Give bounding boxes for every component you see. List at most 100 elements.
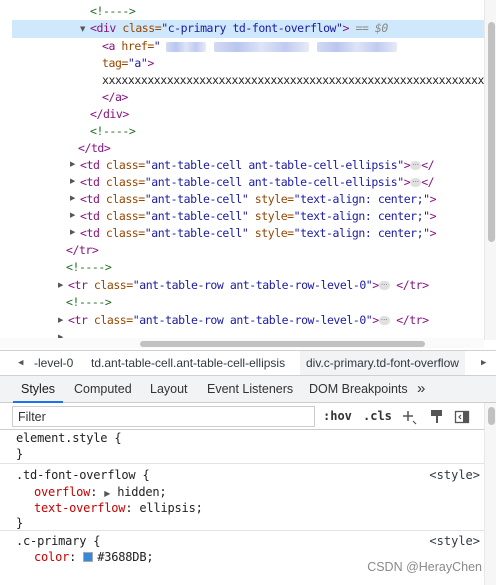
tag-close: > bbox=[372, 278, 379, 292]
tree-line-tr[interactable]: <tr class="ant-table-row ant-table-row-l… bbox=[68, 277, 429, 294]
property-color[interactable]: color: #3688DB; bbox=[34, 549, 154, 566]
attr-name: class= bbox=[87, 278, 133, 292]
tag-open: <td bbox=[80, 226, 100, 240]
collapse-triangle-icon[interactable]: ▼ bbox=[80, 25, 85, 33]
elements-vertical-scrollbar[interactable] bbox=[484, 0, 496, 340]
elements-tree[interactable]: <!----> ▼ <div class="c-primary td-font-… bbox=[0, 0, 484, 340]
tag-open: <div bbox=[90, 21, 116, 35]
paint-brush-icon[interactable] bbox=[429, 409, 445, 425]
tree-line-tr[interactable]: <tr class="ant-table-row ant-table-row-l… bbox=[68, 312, 429, 329]
tag-close: > bbox=[372, 313, 379, 327]
styles-vertical-scrollbar[interactable] bbox=[484, 403, 496, 585]
tab-styles[interactable]: Styles bbox=[12, 376, 64, 403]
attr-value: "ant-table-cell" bbox=[144, 226, 249, 240]
tag-close: > bbox=[429, 209, 437, 223]
tab-dom-breakpoints[interactable]: DOM Breakpoints bbox=[309, 376, 408, 402]
tag-end: </tr> bbox=[396, 313, 429, 327]
attr-value: "ant-table-row ant-table-row-level-0" bbox=[132, 313, 373, 327]
tag-open: <a bbox=[102, 39, 115, 53]
selector-c-primary[interactable]: .c-primary { bbox=[16, 533, 100, 550]
tree-line-close-tr[interactable]: </tr> bbox=[66, 242, 99, 259]
tree-line-anchor[interactable]: <a href=" bbox=[102, 38, 398, 55]
tree-line-comment[interactable]: <!----> bbox=[66, 259, 112, 276]
attr-name: style= bbox=[248, 226, 294, 240]
tab-layout[interactable]: Layout bbox=[150, 376, 188, 402]
property-overflow[interactable]: overflow: ▶ hidden; bbox=[34, 484, 167, 501]
expand-triangle-icon[interactable]: ▶ bbox=[58, 316, 63, 324]
expand-triangle-icon[interactable]: ▶ bbox=[70, 228, 75, 236]
ellipsis-icon[interactable]: ··· bbox=[410, 178, 422, 187]
elements-horizontal-scrollbar[interactable] bbox=[0, 338, 484, 348]
attr-value: "text-align: center;" bbox=[293, 226, 430, 240]
cls-button[interactable]: .cls bbox=[363, 406, 392, 427]
rule-c-primary: .c-primary { <style> color: #3688DB; bbox=[0, 531, 484, 585]
more-tabs-icon[interactable]: » bbox=[417, 376, 425, 402]
expand-triangle-icon[interactable]: ▶ bbox=[70, 194, 75, 202]
breadcrumb-item-active[interactable]: div.c-primary.td-font-overflow bbox=[300, 351, 465, 375]
attr-value: "ant-table-row ant-table-row-level-0" bbox=[132, 278, 373, 292]
sidebar-toggle-icon[interactable] bbox=[454, 409, 470, 425]
rule-td-font-overflow: .td-font-overflow { <style> overflow: ▶ … bbox=[0, 464, 484, 531]
sidebar-tabs: Styles Computed Layout Event Listeners D… bbox=[0, 376, 496, 403]
attr-name: tag= bbox=[102, 56, 128, 70]
attr-value: "c-primary td-font-overflow" bbox=[161, 21, 343, 35]
attr-name: class= bbox=[99, 192, 145, 206]
comment-text: <!----> bbox=[66, 260, 112, 274]
tag-open: <td bbox=[80, 192, 100, 206]
tree-line-text[interactable]: xxxxxxxxxxxxxxxxxxxxxxxxxxxxxxxxxxxxxxxx… bbox=[102, 72, 484, 89]
attr-name: href= bbox=[114, 39, 154, 53]
expand-triangle-icon[interactable]: ▶ bbox=[70, 177, 75, 185]
tree-line-td[interactable]: <td class="ant-table-cell ant-table-cell… bbox=[80, 174, 435, 191]
ellipsis-icon[interactable]: ··· bbox=[410, 161, 422, 170]
tree-line-selected-div[interactable]: <div class="c-primary td-font-overflow">… bbox=[90, 20, 388, 37]
color-swatch[interactable] bbox=[83, 552, 94, 562]
tag-close: </a> bbox=[102, 90, 128, 104]
breadcrumb-item[interactable]: -level-0 bbox=[34, 351, 73, 375]
breadcrumb-item[interactable]: td.ant-table-cell.ant-table-cell-ellipsi… bbox=[91, 351, 285, 375]
tag-open: <tr bbox=[68, 313, 88, 327]
chevron-left-icon[interactable]: ◀ bbox=[18, 351, 23, 375]
chevron-right-icon[interactable]: ▶ bbox=[481, 351, 486, 375]
tree-line-comment[interactable]: <!----> bbox=[66, 294, 112, 311]
tree-line-td[interactable]: <td class="ant-table-cell" style="text-a… bbox=[80, 191, 437, 208]
scrollbar-thumb[interactable] bbox=[488, 22, 495, 242]
ellipsis-icon[interactable]: ··· bbox=[378, 316, 390, 325]
scrollbar-thumb[interactable] bbox=[488, 407, 495, 425]
scrollbar-thumb[interactable] bbox=[140, 341, 425, 347]
rule-source-link[interactable]: <style> bbox=[429, 533, 480, 550]
property-text-overflow[interactable]: text-overflow: ellipsis; bbox=[34, 500, 203, 517]
property-value: hidden; bbox=[117, 485, 167, 499]
tree-line-close-div[interactable]: </div> bbox=[90, 106, 129, 123]
expand-triangle-icon[interactable]: ▶ bbox=[70, 160, 75, 168]
filter-input[interactable] bbox=[12, 406, 315, 427]
selector-element-style[interactable]: element.style { bbox=[16, 430, 122, 447]
expand-triangle-icon[interactable]: ▶ bbox=[104, 489, 110, 498]
selector-td-font-overflow[interactable]: .td-font-overflow { bbox=[16, 467, 150, 484]
tree-line-td[interactable]: <td class="ant-table-cell ant-table-cell… bbox=[80, 157, 435, 174]
redacted-url bbox=[214, 41, 310, 52]
plus-icon[interactable] bbox=[401, 409, 417, 425]
attr-name: class= bbox=[99, 158, 145, 172]
tag-open: <tr bbox=[68, 278, 88, 292]
tree-line-anchor-attr[interactable]: tag="a"> bbox=[102, 55, 154, 72]
tree-line-close-td[interactable]: </td> bbox=[78, 140, 111, 157]
tree-line-comment[interactable]: <!----> bbox=[90, 123, 136, 140]
property-name: text-overflow bbox=[34, 501, 126, 515]
tab-event-listeners[interactable]: Event Listeners bbox=[207, 376, 293, 402]
expand-triangle-icon[interactable]: ▶ bbox=[70, 211, 75, 219]
tree-line-td[interactable]: <td class="ant-table-cell" style="text-a… bbox=[80, 225, 437, 242]
tab-computed[interactable]: Computed bbox=[74, 376, 132, 402]
hov-button[interactable]: :hov bbox=[323, 406, 352, 427]
ellipsis-icon[interactable]: ··· bbox=[378, 281, 390, 290]
tree-line-close-a[interactable]: </a> bbox=[102, 89, 128, 106]
redacted-url bbox=[317, 41, 398, 52]
tag-open: <td bbox=[80, 209, 100, 223]
attr-name: style= bbox=[248, 192, 294, 206]
attr-value: "text-align: center;" bbox=[293, 209, 430, 223]
rule-close-brace: } bbox=[16, 447, 24, 461]
expand-triangle-icon[interactable]: ▶ bbox=[58, 281, 63, 289]
attr-value: "ant-table-cell" bbox=[144, 209, 249, 223]
rule-source-link[interactable]: <style> bbox=[429, 467, 480, 484]
tree-line-td[interactable]: <td class="ant-table-cell" style="text-a… bbox=[80, 208, 437, 225]
tree-line-comment[interactable]: <!----> bbox=[90, 3, 136, 20]
